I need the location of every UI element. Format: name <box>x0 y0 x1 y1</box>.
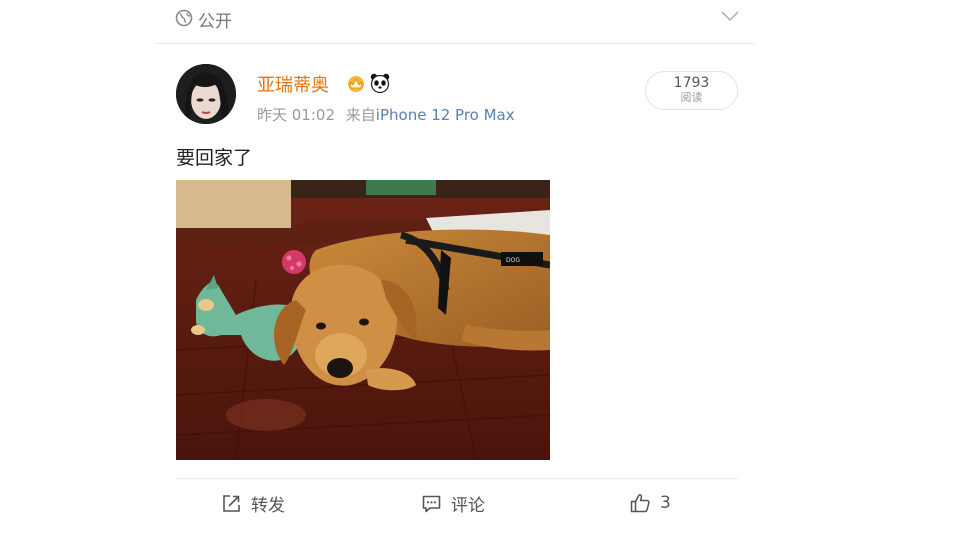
device-link[interactable]: iPhone 12 Pro Max <box>376 106 515 124</box>
source-prefix: 来自 <box>345 106 376 124</box>
repost-icon <box>223 494 240 512</box>
read-count: 1793 <box>673 75 710 91</box>
author-name[interactable]: 亚瑞蒂奥 <box>257 71 329 97</box>
repost-label: 转发 <box>251 495 285 516</box>
post-meta: 昨天 01:02 来自iPhone 12 Pro Max <box>257 104 515 125</box>
panda-badge-icon[interactable] <box>369 72 391 94</box>
post-photo[interactable]: DOG <box>176 180 550 460</box>
comment-icon <box>422 495 441 512</box>
action-divider <box>176 478 738 479</box>
read-count-pill: 1793 阅读 <box>645 71 738 110</box>
post-text: 要回家了 <box>176 147 253 169</box>
globe-icon <box>175 9 193 27</box>
post-time: 昨天 01:02 <box>257 106 335 124</box>
avatar-image <box>176 64 236 124</box>
comment-button[interactable]: 评论 <box>421 490 485 516</box>
thumbs-up-icon <box>630 494 650 513</box>
comment-label: 评论 <box>451 495 485 516</box>
crown-badge-icon[interactable] <box>346 73 366 93</box>
like-button[interactable]: 3 <box>629 490 671 516</box>
chevron-down-icon[interactable] <box>721 10 739 22</box>
golden-retriever-photo: DOG <box>176 180 550 460</box>
repost-button[interactable]: 转发 <box>221 490 285 516</box>
avatar[interactable] <box>176 64 236 124</box>
svg-text:DOG: DOG <box>506 257 520 264</box>
read-label: 阅读 <box>680 91 703 104</box>
like-count: 3 <box>660 493 671 513</box>
visibility-bar: 公开 <box>155 0 755 44</box>
visibility-label: 公开 <box>198 12 232 32</box>
